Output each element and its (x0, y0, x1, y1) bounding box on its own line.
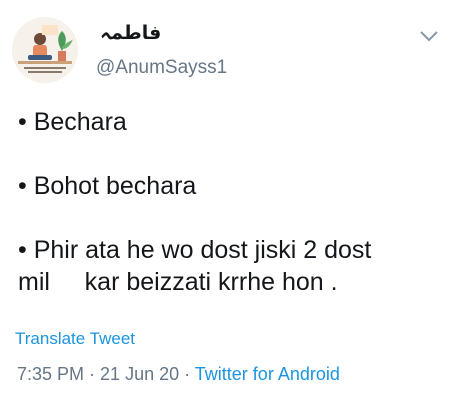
translate-tweet-link[interactable]: Translate Tweet (15, 329, 135, 349)
tweet-text: • Bechara • Bohot bechara • Phir ata he … (18, 106, 438, 298)
tweet-header: فاطمہ @AnumSayss1 (0, 0, 450, 92)
chevron-down-icon[interactable] (418, 28, 440, 44)
tweet-line: mil kar beizzati krrhe hon . (18, 268, 338, 296)
tweet-line: • Bechara (18, 108, 127, 136)
tweet-metadata: 7:35 PM · 21 Jun 20 · Twitter for Androi… (17, 364, 340, 385)
avatar[interactable] (12, 17, 78, 83)
tweet-line: • Phir ata he wo dost jiski 2 dost (18, 236, 372, 264)
tweet-line: • Bohot bechara (18, 172, 197, 200)
tweet-time[interactable]: 7:35 PM (17, 364, 84, 384)
avatar-illustration (12, 17, 78, 83)
display-name[interactable]: فاطمہ (100, 22, 161, 44)
tweet-source-link[interactable]: Twitter for Android (195, 364, 340, 384)
separator-dot: · (84, 364, 101, 384)
separator-dot: · (179, 364, 195, 384)
tweet-date[interactable]: 21 Jun 20 (100, 364, 179, 384)
user-handle[interactable]: @AnumSayss1 (96, 57, 227, 79)
